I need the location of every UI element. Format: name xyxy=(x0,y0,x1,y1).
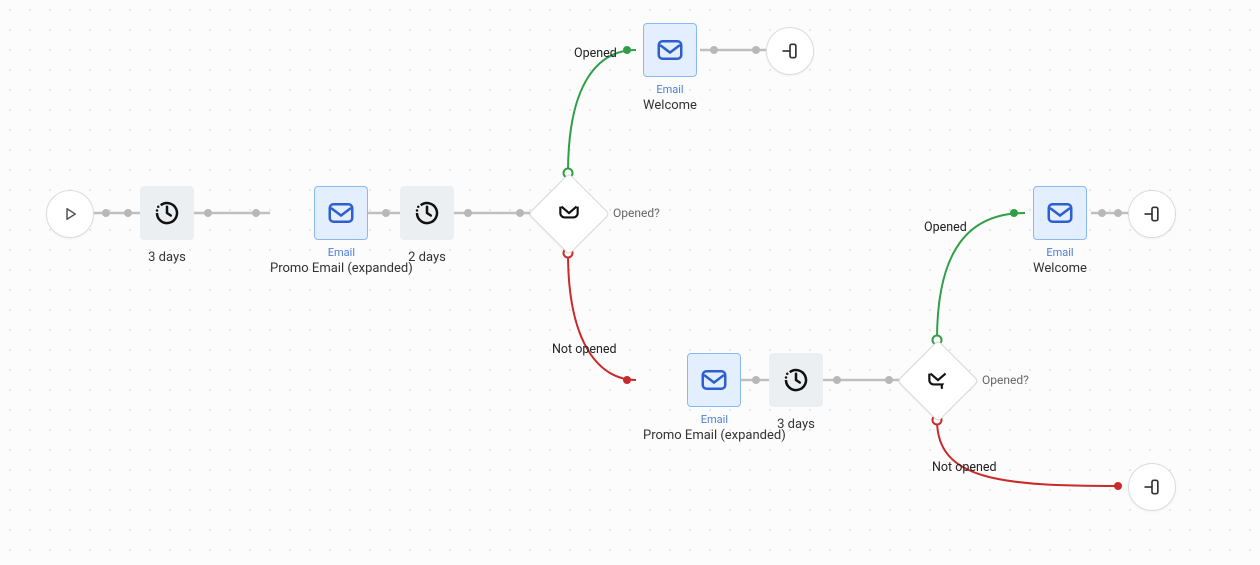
wait-label: 3 days xyxy=(148,250,186,265)
start-node[interactable] xyxy=(46,190,94,238)
decision2-question: Opened? xyxy=(982,373,1029,387)
end-node-right[interactable] xyxy=(1128,190,1176,238)
node-type-label: Email xyxy=(328,246,355,259)
decision1-yes-label: Opened xyxy=(574,46,617,61)
node-type-label: Email xyxy=(656,83,683,96)
email-node-promo-1[interactable]: Email Promo Email (expanded) xyxy=(270,186,413,276)
node-name-label: Promo Email (expanded) xyxy=(643,428,786,443)
exit-icon xyxy=(766,27,814,75)
decision-node-1[interactable] xyxy=(540,185,598,243)
edges-layer xyxy=(0,0,1260,565)
decision2-no-label: Not opened xyxy=(932,460,997,475)
decision-node-2[interactable] xyxy=(909,352,967,410)
mail-icon xyxy=(1033,186,1087,240)
mail-icon xyxy=(314,186,368,240)
wait-node-1[interactable]: 3 days xyxy=(140,186,194,265)
wait-label: 2 days xyxy=(408,250,446,265)
exit-icon xyxy=(1128,190,1176,238)
clock-icon xyxy=(769,353,823,407)
decision2-yes-label: Opened xyxy=(924,220,967,235)
condition-icon xyxy=(528,173,610,255)
node-name-label: Welcome xyxy=(1033,261,1087,276)
node-name-label: Welcome xyxy=(643,98,697,113)
decision1-no-label: Not opened xyxy=(552,342,617,357)
mail-icon xyxy=(643,23,697,77)
wait-node-2[interactable]: 2 days xyxy=(400,186,454,265)
clock-icon xyxy=(400,186,454,240)
condition-icon xyxy=(897,340,979,422)
node-type-label: Email xyxy=(1046,246,1073,259)
clock-icon xyxy=(140,186,194,240)
play-icon xyxy=(46,190,94,238)
end-node-bottom-right[interactable] xyxy=(1128,463,1176,511)
email-node-promo-2[interactable]: Email Promo Email (expanded) xyxy=(643,353,786,443)
wait-node-3[interactable]: 3 days xyxy=(769,353,823,432)
node-name-label: Promo Email (expanded) xyxy=(270,261,413,276)
email-node-welcome-right[interactable]: Email Welcome xyxy=(1033,186,1087,276)
wait-label: 3 days xyxy=(777,417,815,432)
exit-icon xyxy=(1128,463,1176,511)
mail-icon xyxy=(687,353,741,407)
end-node-top[interactable] xyxy=(766,27,814,75)
email-node-welcome-top[interactable]: Email Welcome xyxy=(643,23,697,113)
decision1-question: Opened? xyxy=(613,206,660,220)
node-type-label: Email xyxy=(701,413,728,426)
